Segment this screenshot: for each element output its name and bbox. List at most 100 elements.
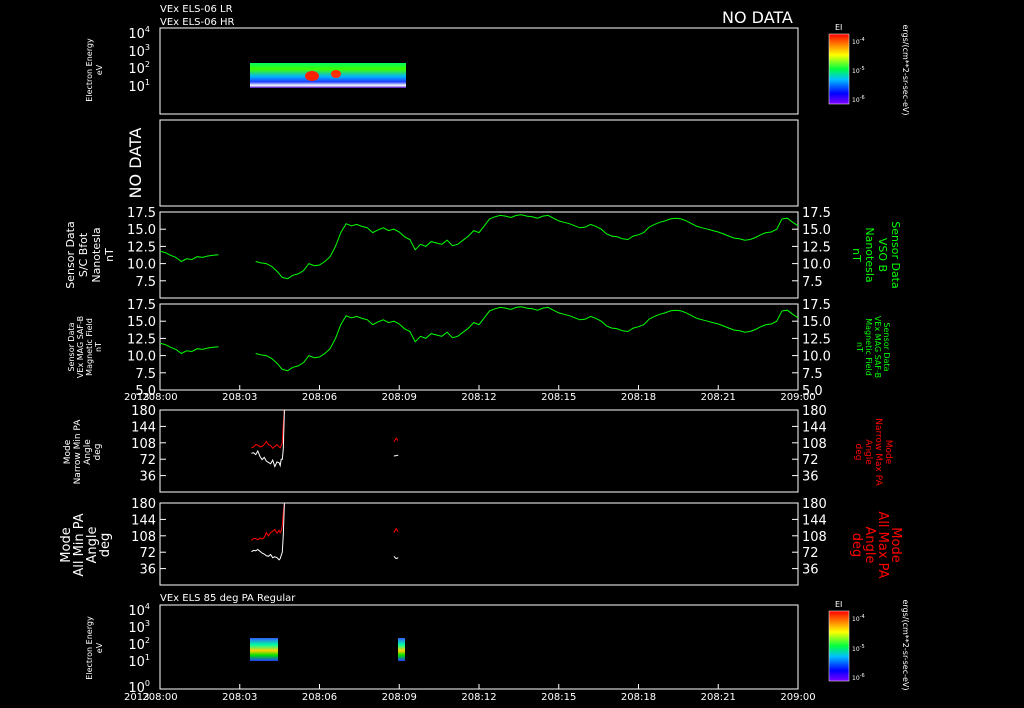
narrow-max-pa-line: [393, 437, 399, 443]
colorbar-2: [828, 610, 850, 682]
y-tick-label: 7.5: [135, 367, 156, 382]
panel-4-ylabel-left: VEx MAG SAF-B: [76, 316, 85, 378]
y-tick-label: 144: [131, 513, 156, 528]
y-tick-label: 72: [139, 453, 156, 468]
colorbar-2-tick: 10-4: [852, 614, 865, 623]
panel-4-ylabel-left: Magnetic Field: [85, 318, 94, 376]
x-tick-label: 208:15: [541, 392, 576, 403]
panel-5-ylabel-right: deg: [853, 444, 863, 461]
y-tick-label: 144: [802, 420, 827, 435]
x-tick-label: 208:09: [382, 692, 417, 703]
y-tick-label: 144: [131, 420, 156, 435]
colorbar-2-label: EI: [835, 600, 842, 609]
panel-3-ylabel-right: Nanotesla: [863, 227, 876, 282]
all-max-pa-line: [393, 527, 399, 533]
panel-6-tick-labels: 180 180144 144108 10872 7236 36: [131, 497, 827, 578]
panel-4-tick-labels: 17.5 17.515.0 15.012.5 12.510.0 10.07.5 7.55.…: [127, 298, 831, 399]
y-tick-label: 10.0: [127, 350, 156, 365]
colorbar-2-tick: 10-6: [852, 673, 865, 682]
colorbar-2-units: ergs/(cm**2-sr-sec-eV): [901, 599, 910, 690]
y-tick-label: 17.5: [127, 298, 156, 313]
panel-1-hot-spot: [305, 71, 319, 81]
y-tick-label: 72: [139, 546, 156, 561]
panel-2-empty: NO DATA: [126, 119, 799, 207]
header-line2: VEx ELS-06 HR: [160, 17, 235, 28]
panel-7-tick-label: 101: [128, 653, 150, 670]
x-tick-label: 208:03: [222, 392, 257, 403]
panel-3-ylabel-right: Sensor Data: [889, 221, 902, 288]
y-tick-label: 15.0: [127, 223, 156, 238]
narrow-min-pa-line: [393, 454, 399, 457]
y-tick-label: 15.0: [127, 315, 156, 330]
x-tick-label: 209:00: [780, 392, 815, 403]
panel-6-frame: [159, 502, 799, 586]
panel-3-frame: [159, 211, 799, 299]
y-tick-label: 36: [139, 563, 156, 578]
y-tick-label: 10.0: [802, 258, 831, 273]
panel-4-ylabel-left: Sensor Data: [67, 322, 76, 371]
panel-7-tick-label: 103: [128, 619, 150, 636]
panel-4-frame: [159, 303, 799, 391]
x-tick-label: 208:18: [621, 392, 656, 403]
narrow-max-pa-line: [251, 409, 285, 450]
panel-5-ylabel-left: Mode: [63, 439, 73, 464]
panel-3-ylabel-right: VSO B: [876, 238, 889, 272]
panel-2-no-data: NO DATA: [126, 128, 145, 199]
y-tick-label: 36: [139, 470, 156, 485]
x-tick-label: 209:00: [780, 692, 815, 703]
panel-1-spectrogram: 104 103 102 101 Electron Energy eV EI 10…: [85, 23, 910, 116]
y-tick-label: 7.5: [135, 275, 156, 290]
panel-5-ylabel-right: Angle: [863, 439, 873, 465]
colorbar-1-tick: 10-6: [852, 95, 865, 104]
colorbar-1-units: ergs/(cm**2-sr-sec-eV): [901, 24, 910, 115]
panel-6-ylabel-left: deg: [98, 533, 113, 558]
y-tick-label: 10.0: [127, 258, 156, 273]
panel-7-ylabel: Electron Energy: [85, 616, 94, 680]
panel-6-all-pa: 180 180144 144108 10872 7236 36 Mode All Min …: [59, 497, 903, 586]
panel-7-spectrogram: VEx ELS 85 deg PA Regular 104 103 102 10…: [85, 593, 910, 703]
panel-2-frame: [159, 119, 799, 207]
y-tick-label: 7.5: [802, 367, 823, 382]
panel-7-spectrum-block: [250, 638, 278, 661]
y-tick-label: 108: [802, 437, 827, 452]
panel-1-tick-label: 101: [128, 78, 150, 95]
panel-5-frame: [159, 409, 799, 493]
panel-5-narrow-pa: 180 180144 144108 10872 7236 36 Mode Narrow M…: [63, 404, 893, 493]
mag-saf-b-line: [159, 342, 219, 355]
x-tick-label: 208:12: [461, 392, 496, 403]
colorbar-1-label: EI: [835, 23, 842, 32]
y-tick-label: 17.5: [802, 206, 831, 221]
y-tick-label: 180: [802, 497, 827, 512]
panel-7-time-axis: 2013208:00 208:03 208:06 208:09 208:12 208:15…: [124, 684, 816, 703]
y-tick-label: 17.5: [127, 206, 156, 221]
y-tick-label: 180: [802, 404, 827, 419]
y-tick-label: 144: [802, 513, 827, 528]
colorbar-2-tick: 10-5: [852, 644, 865, 653]
x-tick-label: 208:21: [701, 392, 736, 403]
y-tick-label: 72: [802, 546, 819, 561]
header-line1: VEx ELS-06 LR: [160, 4, 233, 15]
x-tick-label: 208:21: [701, 692, 736, 703]
y-tick-label: 12.5: [802, 240, 831, 255]
panel-4-ylabel-left: nT: [94, 342, 103, 352]
x-tick-label: 208:06: [302, 692, 337, 703]
x-tick-label: 208:06: [302, 392, 337, 403]
panel-1-tick-label: 102: [128, 60, 150, 77]
colorbar-1: [828, 33, 850, 105]
panel-7-ylabel-unit: eV: [95, 642, 104, 653]
x-tick-label: 208:03: [222, 692, 257, 703]
x-tick-label: 208:09: [382, 392, 417, 403]
narrow-min-pa-line: [251, 409, 285, 468]
x-tick-label: 208:12: [461, 692, 496, 703]
colorbar-1-tick: 10-5: [852, 66, 865, 75]
y-tick-label: 12.5: [127, 240, 156, 255]
panel-3-tick-labels: 17.5 17.5 15.0 15.0 12.5 12.5 10.0 10.0 7.5 7.5: [127, 206, 831, 290]
x-tick-label: 208:00: [142, 392, 177, 403]
panel-1-tick-label: 104: [128, 25, 150, 42]
colorbar-1-tick: 10-4: [852, 37, 865, 46]
y-tick-label: 10.0: [802, 350, 831, 365]
panel-4-mag-saf: 17.5 17.515.0 15.012.5 12.510.0 10.07.5 7.55.…: [67, 298, 891, 403]
panel-3-ylabel-right: nT: [850, 248, 863, 262]
panel-7-spectrum-block: [398, 638, 405, 661]
y-tick-label: 36: [802, 470, 819, 485]
